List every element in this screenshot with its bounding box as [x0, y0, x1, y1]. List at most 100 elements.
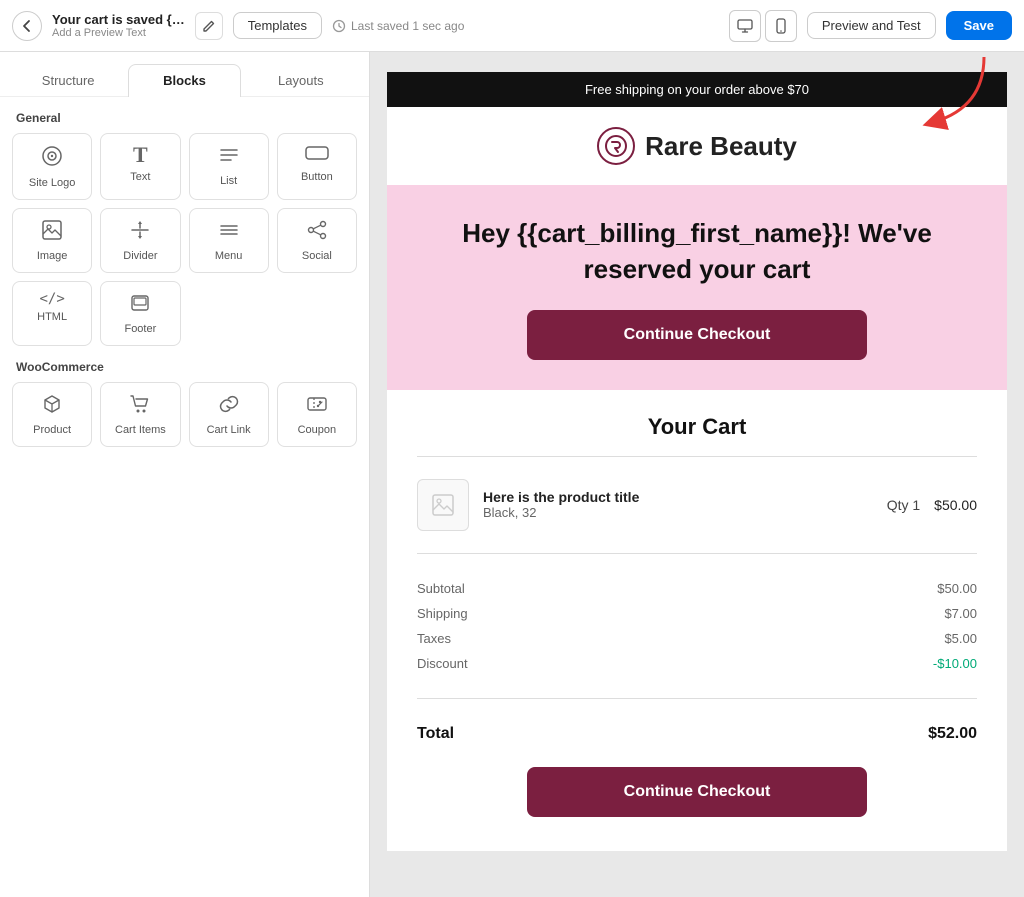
block-button-label: Button — [301, 171, 333, 183]
tab-structure[interactable]: Structure — [12, 64, 124, 96]
email-cart-section: Your Cart Here is the product title Blac… — [387, 390, 1007, 851]
clock-icon — [332, 19, 346, 33]
divider-icon — [129, 219, 151, 245]
cart-totals: Subtotal $50.00 Shipping $7.00 Taxes $5.… — [417, 566, 977, 686]
cart-item-variant: Black, 32 — [483, 505, 873, 520]
block-social-label: Social — [302, 250, 332, 262]
discount-value: -$10.00 — [933, 656, 977, 671]
block-menu[interactable]: Menu — [189, 208, 269, 273]
woocommerce-blocks-grid: Product Cart Items — [0, 382, 369, 447]
block-html-label: HTML — [37, 311, 67, 323]
save-button[interactable]: Save — [946, 11, 1012, 40]
block-coupon-label: Coupon — [298, 424, 337, 436]
grand-total-row: Total $52.00 — [417, 711, 977, 751]
tab-blocks[interactable]: Blocks — [128, 64, 240, 97]
site-logo-icon — [40, 144, 64, 172]
block-product-label: Product — [33, 424, 71, 436]
cart-items-icon — [129, 393, 151, 419]
block-site-logo[interactable]: Site Logo — [12, 133, 92, 200]
cart-item-qty: Qty 1 — [887, 497, 920, 513]
coupon-icon — [306, 393, 328, 419]
cart-divider-mid — [417, 553, 977, 554]
general-section-label: General — [0, 97, 369, 133]
block-cart-link-label: Cart Link — [207, 424, 251, 436]
device-toggle — [729, 10, 797, 42]
hero-text: Hey {{cart_billing_first_name}}! We'vere… — [427, 215, 967, 288]
block-cart-items[interactable]: Cart Items — [100, 382, 180, 447]
product-icon — [41, 393, 63, 419]
block-site-logo-label: Site Logo — [29, 177, 75, 189]
block-cart-link[interactable]: Cart Link — [189, 382, 269, 447]
block-footer[interactable]: Footer — [100, 281, 180, 346]
email-hero: Hey {{cart_billing_first_name}}! We'vere… — [387, 185, 1007, 390]
block-divider-label: Divider — [123, 250, 157, 262]
tab-layouts[interactable]: Layouts — [245, 64, 357, 96]
taxes-label: Taxes — [417, 631, 451, 646]
sidebar-tabs: Structure Blocks Layouts — [0, 52, 369, 97]
subtotal-label: Subtotal — [417, 581, 465, 596]
subtotal-value: $50.00 — [937, 581, 977, 596]
cart-item-details: Here is the product title Black, 32 — [483, 489, 873, 520]
desktop-view-button[interactable] — [729, 10, 761, 42]
templates-button[interactable]: Templates — [233, 12, 322, 39]
social-icon — [306, 219, 328, 245]
cart-divider-top — [417, 456, 977, 457]
cart-item-title: Here is the product title — [483, 489, 873, 505]
block-text-label: Text — [130, 171, 150, 183]
topbar: Your cart is saved {… Add a Preview Text… — [0, 0, 1024, 52]
block-list[interactable]: List — [189, 133, 269, 200]
block-social[interactable]: Social — [277, 208, 357, 273]
block-list-label: List — [220, 175, 237, 187]
shipping-label: Shipping — [417, 606, 468, 621]
block-product[interactable]: Product — [12, 382, 92, 447]
html-icon: </> — [39, 292, 64, 306]
mobile-view-button[interactable] — [765, 10, 797, 42]
block-button[interactable]: Button — [277, 133, 357, 200]
block-text[interactable]: T Text — [100, 133, 180, 200]
shipping-row: Shipping $7.00 — [417, 601, 977, 626]
block-divider[interactable]: Divider — [100, 208, 180, 273]
grand-total-value: $52.00 — [928, 725, 977, 743]
block-html[interactable]: </> HTML — [12, 281, 92, 346]
cart-item-price: $50.00 — [934, 497, 977, 513]
button-icon — [305, 144, 329, 166]
subtotal-row: Subtotal $50.00 — [417, 576, 977, 601]
cart-item-image — [417, 479, 469, 531]
list-icon — [218, 144, 240, 170]
cart-title: Your Cart — [417, 414, 977, 440]
block-menu-label: Menu — [215, 250, 243, 262]
brand-logo — [597, 127, 635, 165]
preview-test-button[interactable]: Preview and Test — [807, 12, 936, 39]
sidebar: Structure Blocks Layouts General Site Lo… — [0, 52, 370, 897]
banner-text: Free shipping on your order above $70 — [585, 82, 809, 97]
checkout-bottom-wrapper: Continue Checkout — [417, 751, 977, 827]
footer-icon — [129, 292, 151, 318]
cart-link-icon — [218, 393, 240, 419]
edit-button[interactable] — [195, 12, 223, 40]
discount-row: Discount -$10.00 — [417, 651, 977, 676]
taxes-row: Taxes $5.00 — [417, 626, 977, 651]
block-cart-items-label: Cart Items — [115, 424, 166, 436]
text-icon: T — [133, 144, 148, 166]
preview-text-link[interactable]: Add a Preview Text — [52, 27, 185, 39]
general-blocks-grid: Site Logo T Text List — [0, 133, 369, 346]
image-icon — [41, 219, 63, 245]
cart-divider-bot — [417, 698, 977, 699]
block-footer-label: Footer — [124, 323, 156, 335]
block-image[interactable]: Image — [12, 208, 92, 273]
taxes-value: $5.00 — [944, 631, 977, 646]
page-title: Your cart is saved {… — [52, 12, 185, 27]
checkout-button-bottom[interactable]: Continue Checkout — [527, 767, 867, 817]
checkout-button-top[interactable]: Continue Checkout — [527, 310, 867, 360]
email-header: Rare Beauty — [387, 107, 1007, 185]
block-coupon[interactable]: Coupon — [277, 382, 357, 447]
back-button[interactable] — [12, 11, 42, 41]
email-banner: Free shipping on your order above $70 — [387, 72, 1007, 107]
shipping-value: $7.00 — [944, 606, 977, 621]
title-group: Your cart is saved {… Add a Preview Text — [52, 12, 185, 39]
block-image-label: Image — [37, 250, 68, 262]
main-layout: Structure Blocks Layouts General Site Lo… — [0, 52, 1024, 897]
grand-total-label: Total — [417, 725, 454, 743]
saved-status: Last saved 1 sec ago — [332, 19, 719, 33]
menu-icon — [218, 219, 240, 245]
